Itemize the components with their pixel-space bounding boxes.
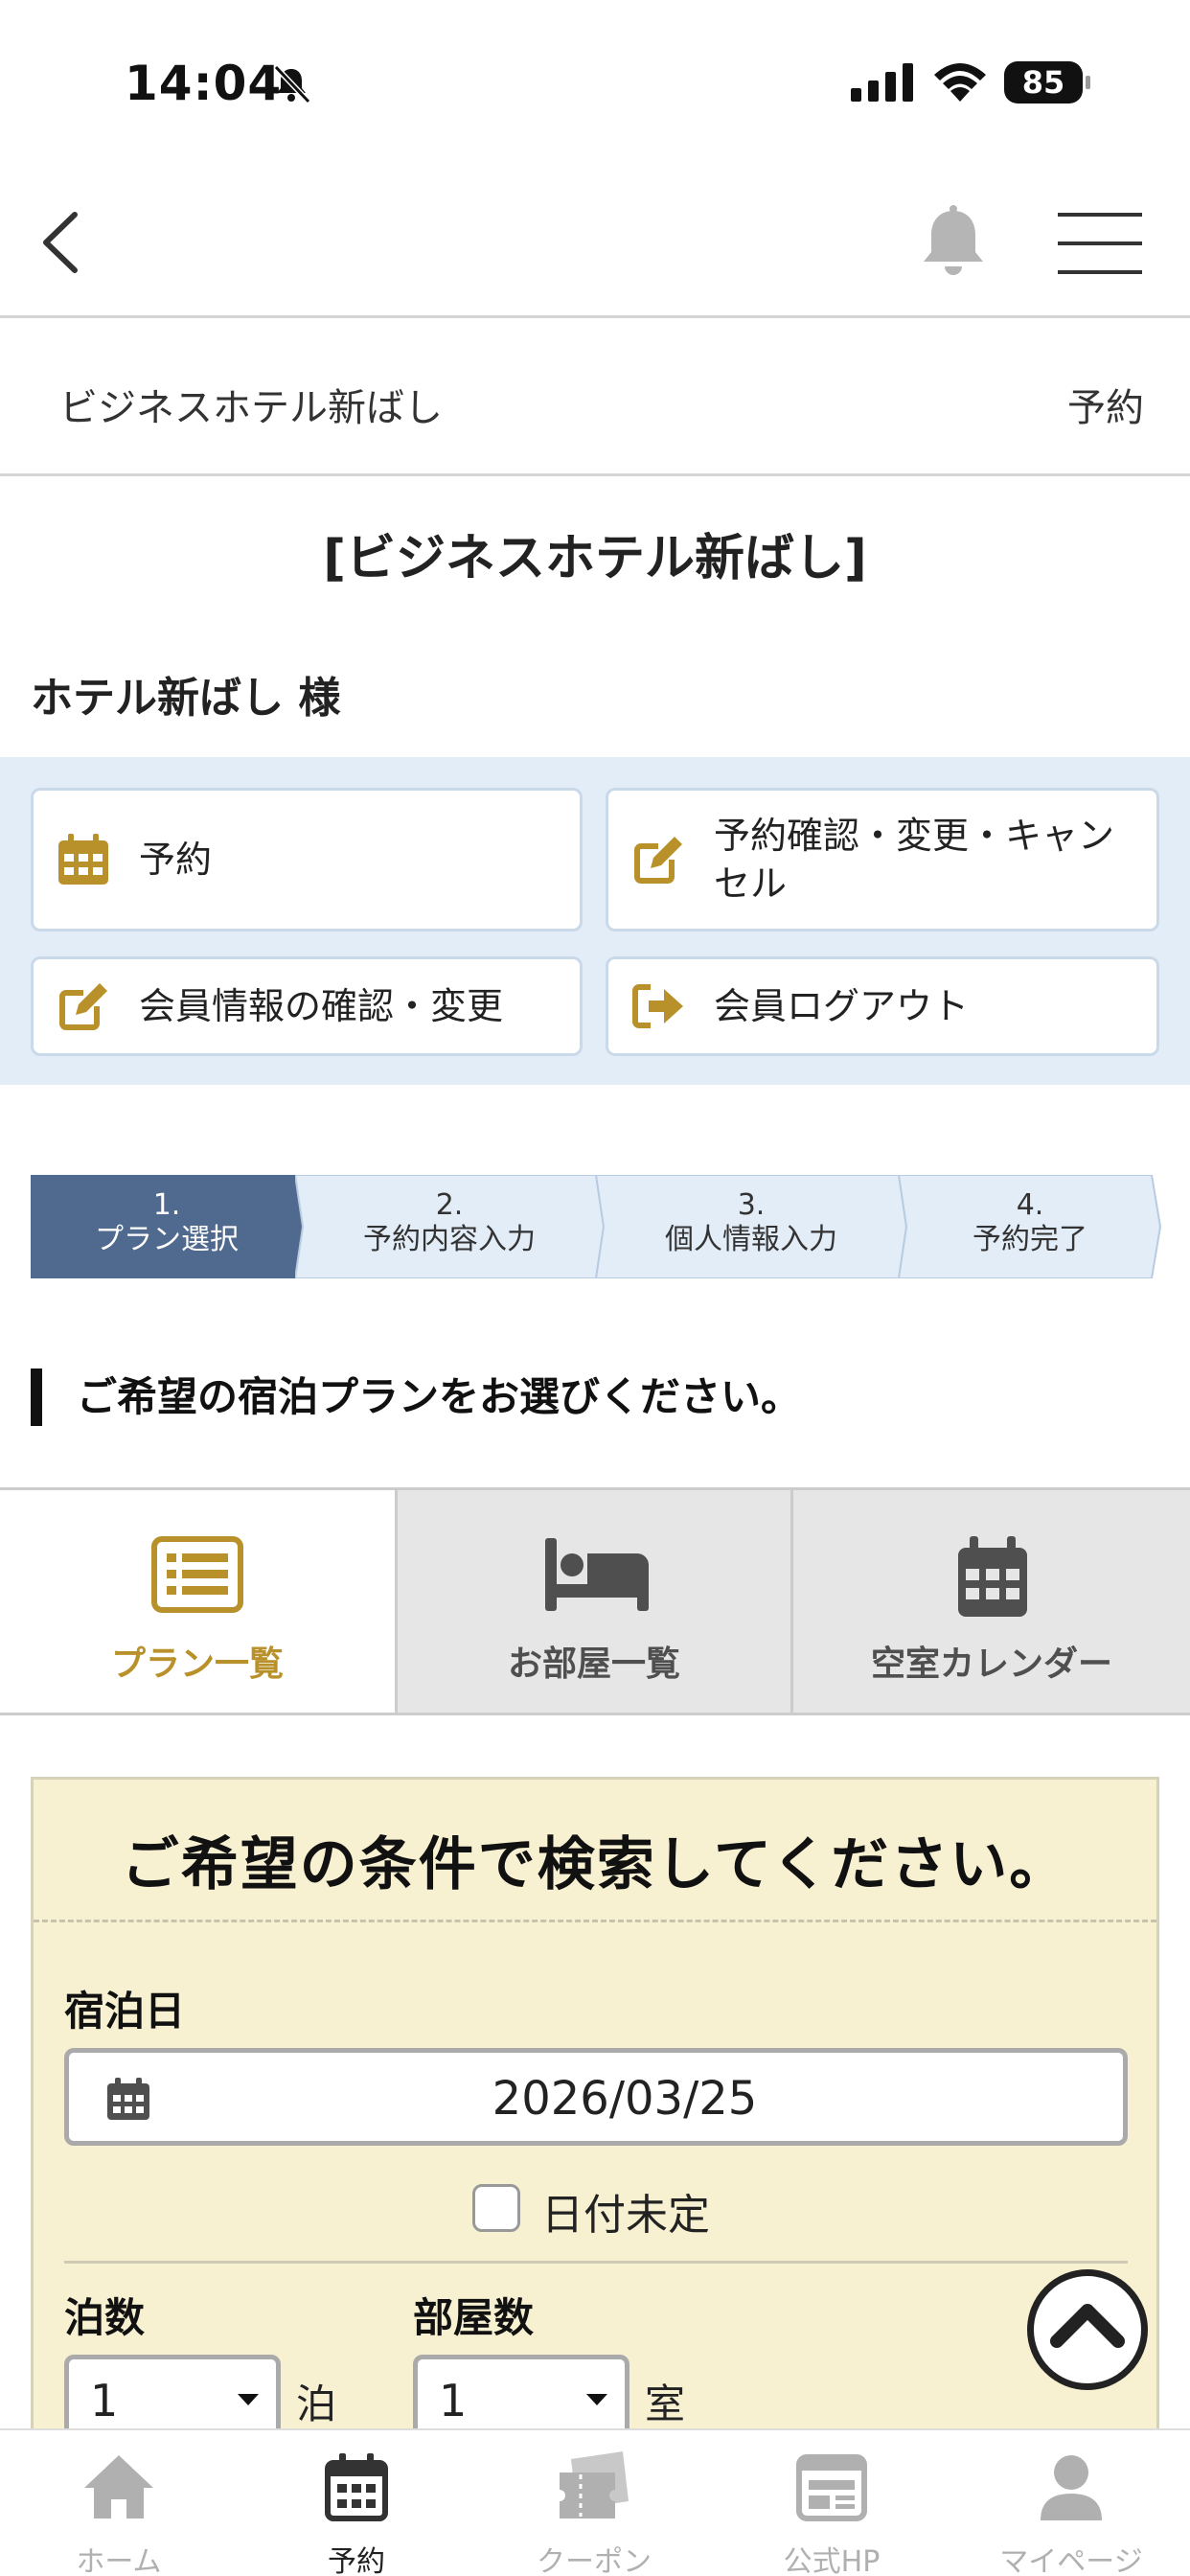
bed-icon xyxy=(545,1538,649,1611)
nights-unit: 泊 xyxy=(296,2380,337,2427)
logout-icon xyxy=(632,984,683,1028)
divider xyxy=(34,1920,1156,1922)
step-number: 1. xyxy=(152,1188,181,1222)
battery-indicator: 85 xyxy=(1004,61,1090,104)
section-heading: ご希望の宿泊プランをお選びください。 xyxy=(31,1368,801,1426)
tabbar-home[interactable]: ホーム xyxy=(0,2430,238,2576)
tabbar-official-site[interactable]: 公式HP xyxy=(713,2430,950,2576)
breadcrumb-hotel-name[interactable]: ビジネスホテル新ばし xyxy=(59,377,443,432)
step-label: 予約内容入力 xyxy=(363,1223,536,1256)
wifi-icon xyxy=(934,63,986,102)
step-label: プラン選択 xyxy=(95,1223,239,1256)
tabbar-label: ホーム xyxy=(76,2545,162,2576)
tabbar-mypage[interactable]: マイページ xyxy=(952,2430,1190,2576)
status-time: 14:04 xyxy=(125,56,283,111)
view-tabs: プラン一覧 お部屋一覧 空室カレンダー xyxy=(0,1487,1190,1715)
breadcrumb: ビジネスホテル新ばし 予約 xyxy=(0,321,1190,476)
tab-plan-list[interactable]: プラン一覧 xyxy=(0,1490,395,1713)
edit-icon xyxy=(634,837,682,884)
dropdown-arrow-icon xyxy=(238,2394,259,2405)
step-label: 個人情報入力 xyxy=(665,1223,837,1256)
tabbar-coupon[interactable]: クーポン xyxy=(475,2430,713,2576)
tabbar-label: 公式HP xyxy=(783,2545,881,2576)
page-title: [ビジネスホテル新ばし] xyxy=(323,530,867,587)
notification-bell-icon[interactable] xyxy=(918,205,989,282)
home-icon xyxy=(84,2455,153,2518)
rooms-value: 1 xyxy=(439,2375,468,2426)
tab-label: お部屋一覧 xyxy=(507,1644,680,1684)
logout-button[interactable]: 会員ログアウト xyxy=(606,956,1159,1056)
rooms-unit: 室 xyxy=(645,2380,686,2427)
nights-label: 泊数 xyxy=(64,2294,146,2341)
step-number: 3. xyxy=(737,1188,766,1222)
calendar-icon xyxy=(325,2453,388,2521)
tab-vacancy-calendar[interactable]: 空室カレンダー xyxy=(793,1490,1190,1713)
step-complete: 4. 予約完了 xyxy=(899,1175,1161,1278)
nights-value: 1 xyxy=(90,2375,119,2426)
stay-date-value: 2026/03/25 xyxy=(492,2072,758,2126)
dropdown-arrow-icon xyxy=(586,2394,607,2405)
tab-label: プラン一覧 xyxy=(110,1644,284,1684)
website-icon xyxy=(796,2454,867,2521)
reserve-button[interactable]: 予約 xyxy=(31,788,583,932)
bottom-tab-bar: ホーム 予約 クーポン 公式HP マイページ xyxy=(0,2428,1190,2576)
tab-room-list[interactable]: お部屋一覧 xyxy=(395,1490,793,1713)
edit-icon xyxy=(59,983,107,1030)
member-info-button[interactable]: 会員情報の確認・変更 xyxy=(31,956,583,1056)
logout-label: 会員ログアウト xyxy=(714,985,970,1027)
person-icon xyxy=(1041,2455,1102,2520)
member-menu: 予約 予約確認・変更・キャンセル 会員情報の確認・変更 会員ログアウト xyxy=(0,757,1190,1085)
reservation-confirm-button[interactable]: 予約確認・変更・キャンセル xyxy=(606,788,1159,932)
coupon-icon xyxy=(560,2451,629,2518)
reservation-confirm-label: 予約確認・変更・キャンセル xyxy=(714,815,1115,905)
breadcrumb-current: 予約 xyxy=(1067,386,1144,430)
list-icon xyxy=(151,1536,243,1613)
tabbar-label: 予約 xyxy=(328,2545,385,2576)
date-undecided-checkbox[interactable] xyxy=(472,2184,520,2232)
tabbar-reserve[interactable]: 予約 xyxy=(238,2430,475,2576)
stay-date-input[interactable]: 2026/03/25 xyxy=(64,2048,1128,2146)
divider xyxy=(64,2261,1128,2264)
date-undecided-label[interactable]: 日付未定 xyxy=(541,2180,710,2242)
chevron-up-icon xyxy=(1050,2304,1125,2348)
step-personal-info: 3. 個人情報入力 xyxy=(596,1175,906,1278)
step-reservation-input: 2. 予約内容入力 xyxy=(295,1175,604,1278)
member-info-label: 会員情報の確認・変更 xyxy=(139,985,504,1027)
step-label: 予約完了 xyxy=(973,1223,1087,1256)
mute-bell-icon xyxy=(273,64,311,104)
rooms-label: 部屋数 xyxy=(413,2294,535,2341)
step-number: 2. xyxy=(435,1188,464,1222)
tab-label: 空室カレンダー xyxy=(870,1644,1112,1684)
reserve-label: 予約 xyxy=(139,839,213,881)
calendar-icon xyxy=(958,1536,1027,1617)
cellular-signal-icon xyxy=(851,63,913,102)
tabbar-label: クーポン xyxy=(537,2545,652,2576)
stay-date-label: 宿泊日 xyxy=(64,1988,186,2035)
progress-steps: 1. プラン選択 2. 予約内容入力 3. 個人情報入力 4. 予約完了 xyxy=(31,1175,1161,1278)
status-bar: 14:04 85 xyxy=(0,0,1190,163)
nav-bar xyxy=(0,163,1190,318)
back-chevron-icon[interactable] xyxy=(38,209,86,276)
tabbar-label: マイページ xyxy=(999,2545,1143,2576)
hamburger-menu-icon[interactable] xyxy=(1058,213,1142,274)
guest-name: ホテル新ばし 様 xyxy=(31,674,341,723)
step-number: 4. xyxy=(1016,1188,1044,1222)
scroll-to-top-button[interactable] xyxy=(1027,2269,1148,2390)
search-heading: ご希望の条件で検索してください。 xyxy=(121,1831,1069,1898)
step-plan-select: 1. プラン選択 xyxy=(31,1175,303,1278)
calendar-icon xyxy=(58,834,108,885)
